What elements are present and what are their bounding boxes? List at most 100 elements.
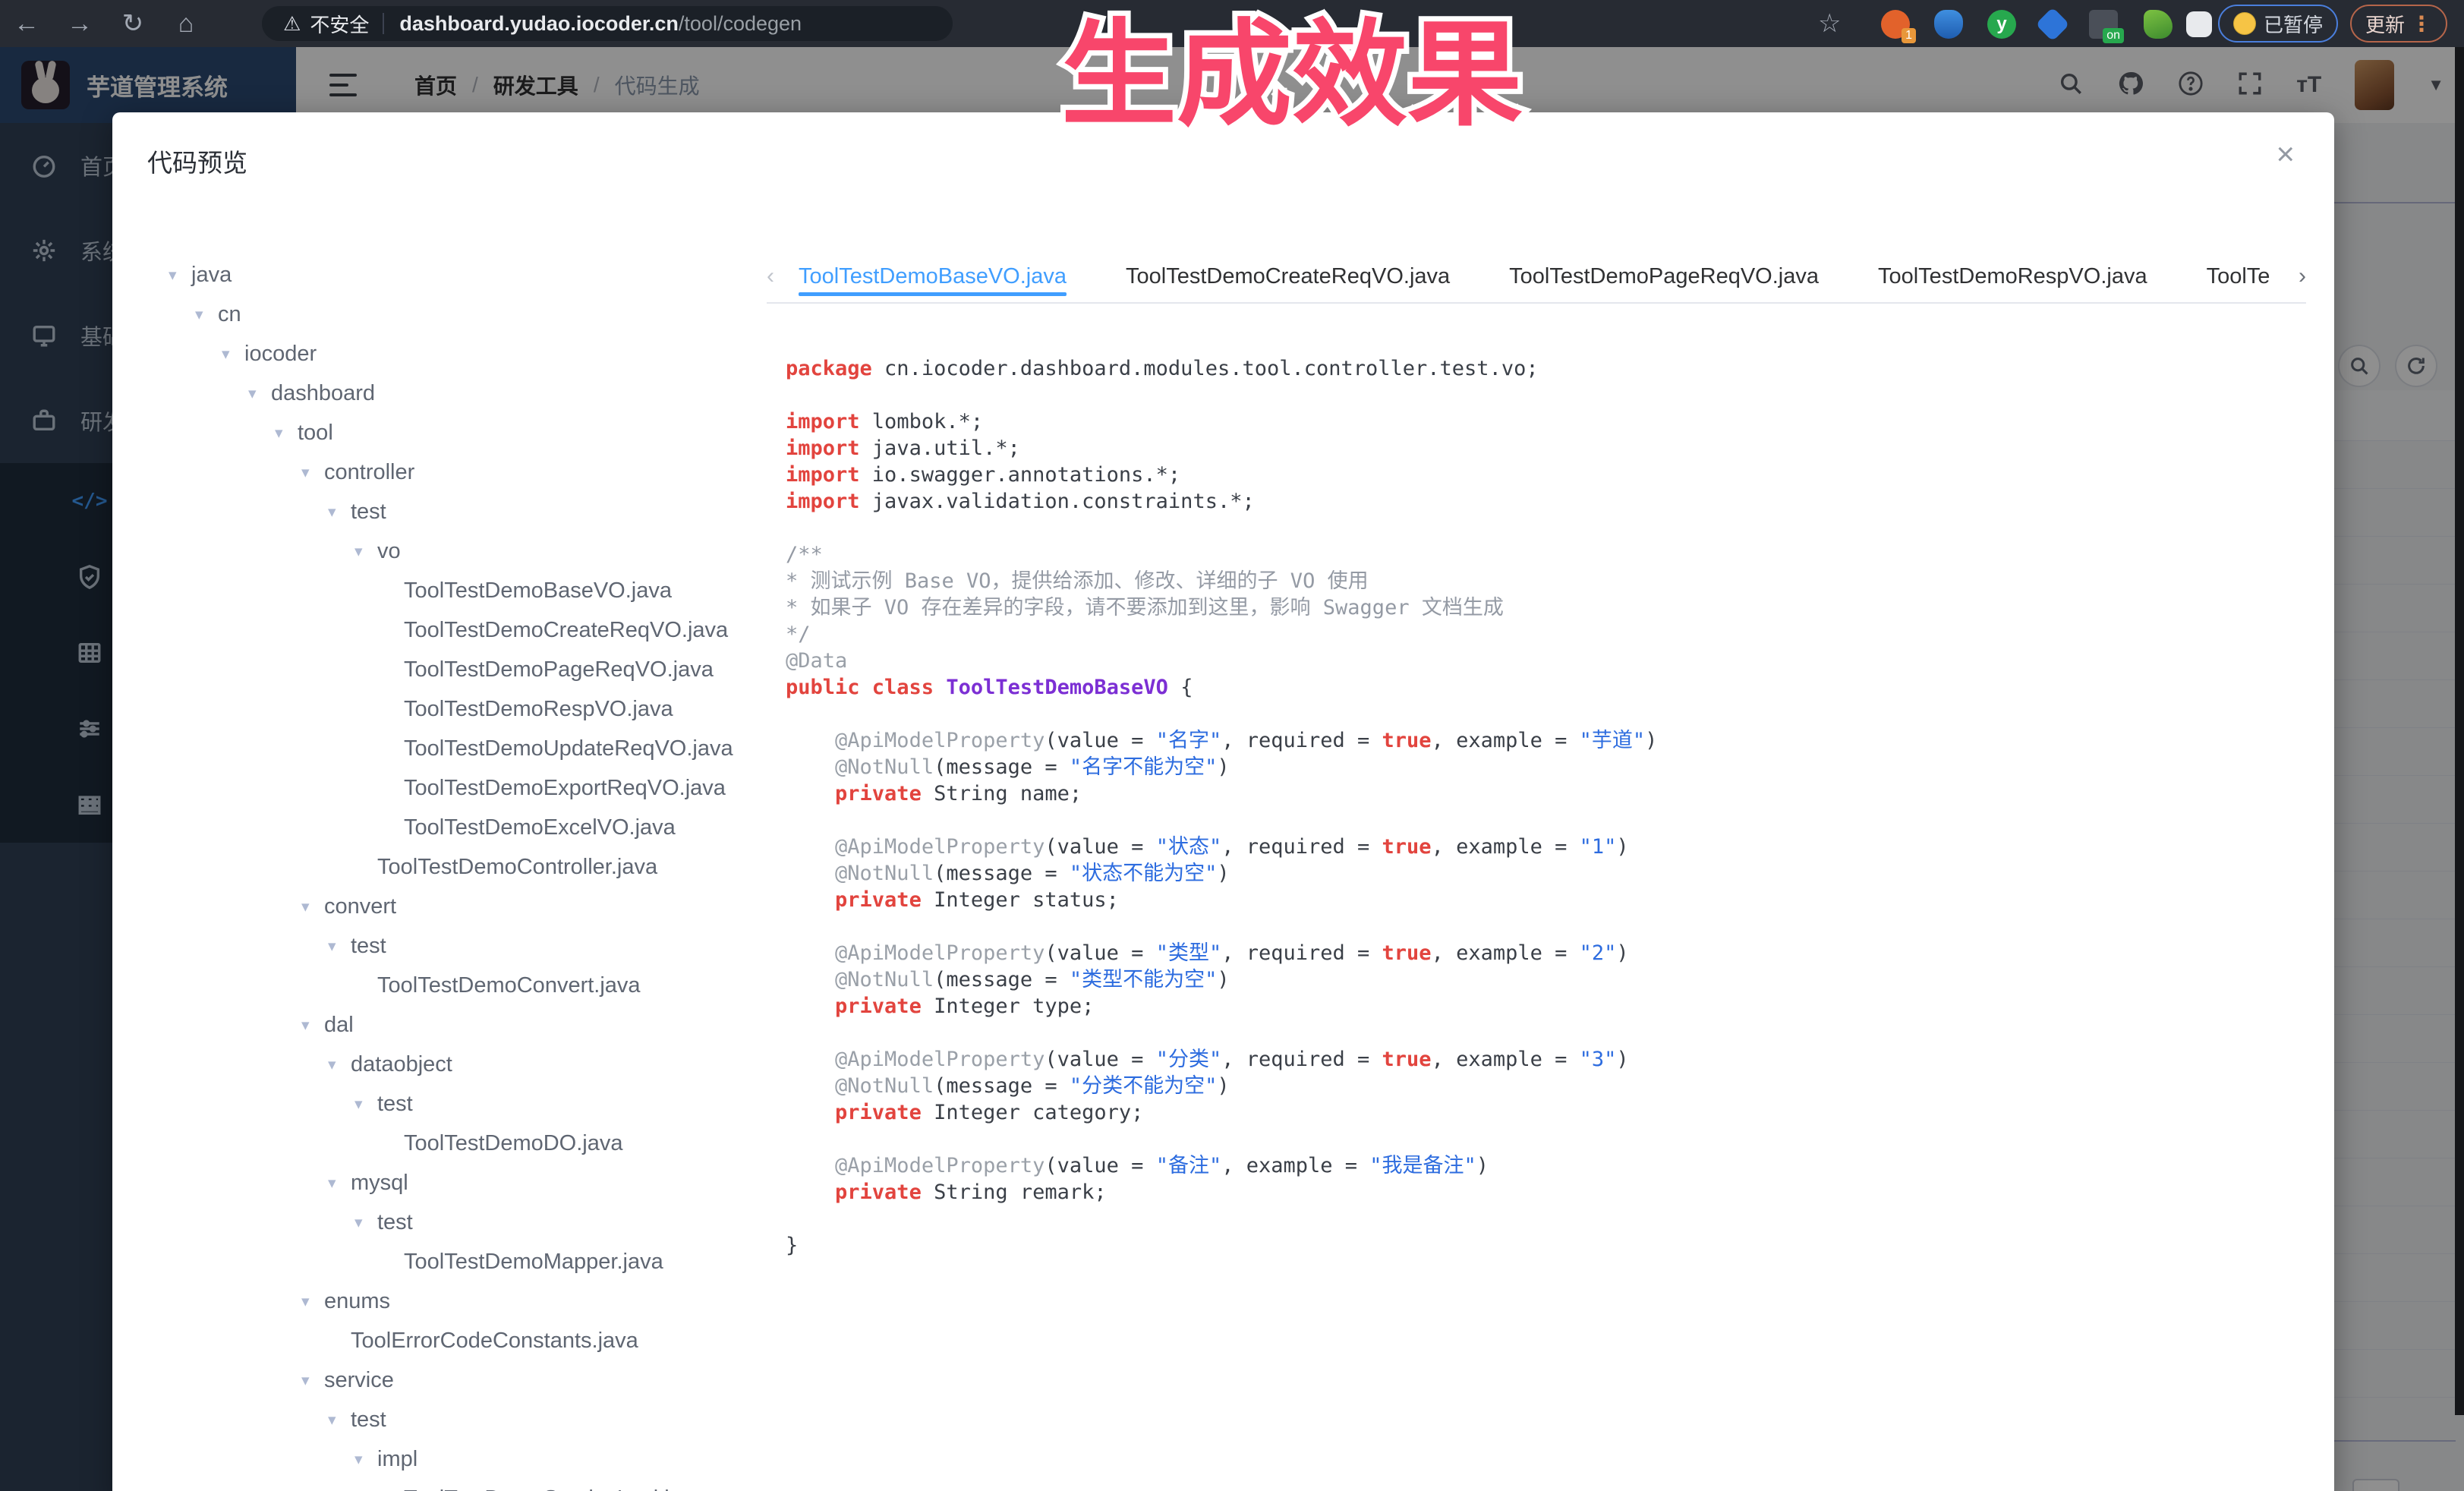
tree-node[interactable]: ToolTestDemoPageReqVO.java bbox=[169, 650, 745, 689]
tabs-prev-icon[interactable]: ‹ bbox=[767, 257, 799, 296]
tree-node-label: test bbox=[351, 1407, 386, 1433]
code-line: private String remark; bbox=[786, 1179, 2304, 1206]
tree-node[interactable]: ▾dashboard bbox=[169, 374, 745, 413]
tree-node-label: test bbox=[377, 1092, 413, 1117]
tree-node[interactable]: ▾tool bbox=[169, 413, 745, 452]
tree-node-label: dashboard bbox=[271, 381, 375, 406]
caret-down-icon[interactable]: ▾ bbox=[354, 542, 377, 561]
address-bar[interactable]: ⚠ 不安全 dashboard.yudao.iocoder.cn/tool/co… bbox=[262, 6, 953, 41]
code-line: /** bbox=[786, 541, 2304, 568]
tree-node[interactable]: ToolTestDemoExportReqVO.java bbox=[169, 768, 745, 808]
extension-icon[interactable]: on bbox=[2089, 10, 2118, 39]
code-line bbox=[786, 1126, 2304, 1152]
code-line: private String name; bbox=[786, 780, 2304, 807]
tree-node[interactable]: ToolTestDemoServiceImpl.java bbox=[169, 1479, 745, 1491]
tree-node[interactable]: ToolTestDemoCreateReqVO.java bbox=[169, 610, 745, 650]
tree-node[interactable]: ▾service bbox=[169, 1360, 745, 1400]
caret-down-icon[interactable]: ▾ bbox=[222, 345, 244, 364]
code-line: package cn.iocoder.dashboard.modules.too… bbox=[786, 355, 2304, 382]
caret-down-icon[interactable]: ▾ bbox=[354, 1095, 377, 1114]
profile-paused-pill[interactable]: 已暂停 bbox=[2218, 5, 2338, 43]
browser-home-button[interactable]: ⌂ bbox=[159, 0, 213, 47]
caret-down-icon[interactable]: ▾ bbox=[328, 1174, 351, 1193]
tree-node[interactable]: ToolTestDemoMapper.java bbox=[169, 1242, 745, 1281]
extension-icon[interactable] bbox=[2035, 7, 2069, 41]
tree-node[interactable]: ToolTestDemoBaseVO.java bbox=[169, 571, 745, 610]
security-label[interactable]: 不安全 bbox=[310, 10, 369, 38]
tab-ToolTestDemoCreateReqVO.java[interactable]: ToolTestDemoCreateReqVO.java bbox=[1126, 257, 1450, 296]
tree-node-label: ToolTestDemoExcelVO.java bbox=[404, 815, 676, 840]
tree-node[interactable]: ToolTestDemoController.java bbox=[169, 847, 745, 887]
profile-avatar-icon bbox=[2233, 12, 2256, 35]
tree-node[interactable]: ▾convert bbox=[169, 887, 745, 926]
tree-node[interactable]: ▾mysql bbox=[169, 1163, 745, 1203]
caret-down-icon[interactable]: ▾ bbox=[301, 1292, 324, 1311]
tree-node[interactable]: ToolTestDemoRespVO.java bbox=[169, 689, 745, 729]
tree-node-label: ToolTestDemoUpdateReqVO.java bbox=[404, 736, 733, 761]
tree-node[interactable]: ▾test bbox=[169, 492, 745, 531]
code-line bbox=[786, 1020, 2304, 1046]
tree-node[interactable]: ToolTestDemoUpdateReqVO.java bbox=[169, 729, 745, 768]
puzzle-extensions-icon[interactable] bbox=[2186, 11, 2212, 37]
caret-down-icon[interactable]: ▾ bbox=[328, 937, 351, 956]
tree-node[interactable]: ToolTestDemoExcelVO.java bbox=[169, 808, 745, 847]
tree-node[interactable]: ▾java bbox=[169, 255, 745, 295]
tree-node-label: tool bbox=[298, 421, 333, 446]
tab-ToolTe[interactable]: ToolTe bbox=[2207, 257, 2270, 296]
caret-down-icon[interactable]: ▾ bbox=[195, 305, 218, 324]
tree-node[interactable]: ▾test bbox=[169, 926, 745, 966]
extension-icon[interactable]: y bbox=[1987, 10, 2016, 39]
tree-node[interactable]: ▾enums bbox=[169, 1281, 745, 1321]
browser-forward-button[interactable]: → bbox=[53, 0, 106, 47]
tree-node[interactable]: ▾controller bbox=[169, 452, 745, 492]
extension-icon[interactable] bbox=[1934, 10, 1963, 39]
tab-ToolTestDemoBaseVO.java[interactable]: ToolTestDemoBaseVO.java bbox=[799, 257, 1067, 296]
caret-down-icon[interactable]: ▾ bbox=[301, 1371, 324, 1390]
caret-down-icon[interactable]: ▾ bbox=[354, 1450, 377, 1469]
code-line: import javax.validation.constraints.*; bbox=[786, 488, 2304, 515]
tree-node[interactable]: ▾impl bbox=[169, 1439, 745, 1479]
extension-icon[interactable] bbox=[2144, 10, 2173, 39]
caret-down-icon[interactable]: ▾ bbox=[328, 1411, 351, 1430]
tree-node-label: convert bbox=[324, 894, 396, 919]
extension-icon[interactable]: 1 bbox=[1881, 10, 1910, 39]
bookmark-star-icon[interactable]: ☆ bbox=[1818, 0, 1841, 47]
caret-down-icon[interactable]: ▾ bbox=[248, 384, 271, 403]
tab-ToolTestDemoPageReqVO.java[interactable]: ToolTestDemoPageReqVO.java bbox=[1509, 257, 1819, 296]
tree-node[interactable]: ToolTestDemoConvert.java bbox=[169, 966, 745, 1005]
tab-ToolTestDemoRespVO.java[interactable]: ToolTestDemoRespVO.java bbox=[1878, 257, 2147, 296]
tree-node[interactable]: ▾test bbox=[169, 1084, 745, 1124]
browser-reload-button[interactable]: ↻ bbox=[106, 0, 159, 47]
close-icon[interactable]: × bbox=[2276, 138, 2295, 170]
tree-node[interactable]: ▾iocoder bbox=[169, 334, 745, 374]
caret-down-icon[interactable]: ▾ bbox=[169, 266, 191, 285]
code-line bbox=[786, 913, 2304, 940]
tree-node[interactable]: ToolErrorCodeConstants.java bbox=[169, 1321, 745, 1360]
code-line: public class ToolTestDemoBaseVO { bbox=[786, 674, 2304, 701]
caret-down-icon[interactable]: ▾ bbox=[354, 1213, 377, 1232]
tree-node[interactable]: ▾test bbox=[169, 1400, 745, 1439]
caret-down-icon[interactable]: ▾ bbox=[301, 897, 324, 916]
tree-node[interactable]: ▾vo bbox=[169, 531, 745, 571]
tree-node[interactable]: ▾dal bbox=[169, 1005, 745, 1045]
tree-node-label: controller bbox=[324, 460, 414, 485]
tree-node-label: dataobject bbox=[351, 1052, 452, 1077]
tabs-next-icon[interactable]: › bbox=[2274, 257, 2306, 296]
tree-node[interactable]: ToolTestDemoDO.java bbox=[169, 1124, 745, 1163]
browser-update-button[interactable]: 更新 ⋮ bbox=[2350, 5, 2447, 43]
code-preview-dialog: 代码预览 × ▾java▾cn▾iocoder▾dashboard▾tool▾c… bbox=[112, 112, 2334, 1491]
tree-node-label: ToolErrorCodeConstants.java bbox=[351, 1329, 638, 1354]
tree-node-label: mysql bbox=[351, 1171, 408, 1196]
tree-node-label: java bbox=[191, 263, 232, 288]
code-line bbox=[786, 1206, 2304, 1232]
caret-down-icon[interactable]: ▾ bbox=[328, 503, 351, 522]
caret-down-icon[interactable]: ▾ bbox=[301, 463, 324, 482]
tree-node[interactable]: ▾test bbox=[169, 1203, 745, 1242]
caret-down-icon[interactable]: ▾ bbox=[328, 1055, 351, 1074]
caret-down-icon[interactable]: ▾ bbox=[301, 1016, 324, 1035]
tree-node[interactable]: ▾cn bbox=[169, 295, 745, 334]
caret-down-icon[interactable]: ▾ bbox=[275, 424, 298, 443]
browser-back-button[interactable]: ← bbox=[0, 0, 53, 47]
browser-menu-icon[interactable]: ⋮ bbox=[2411, 11, 2432, 36]
tree-node[interactable]: ▾dataobject bbox=[169, 1045, 745, 1084]
